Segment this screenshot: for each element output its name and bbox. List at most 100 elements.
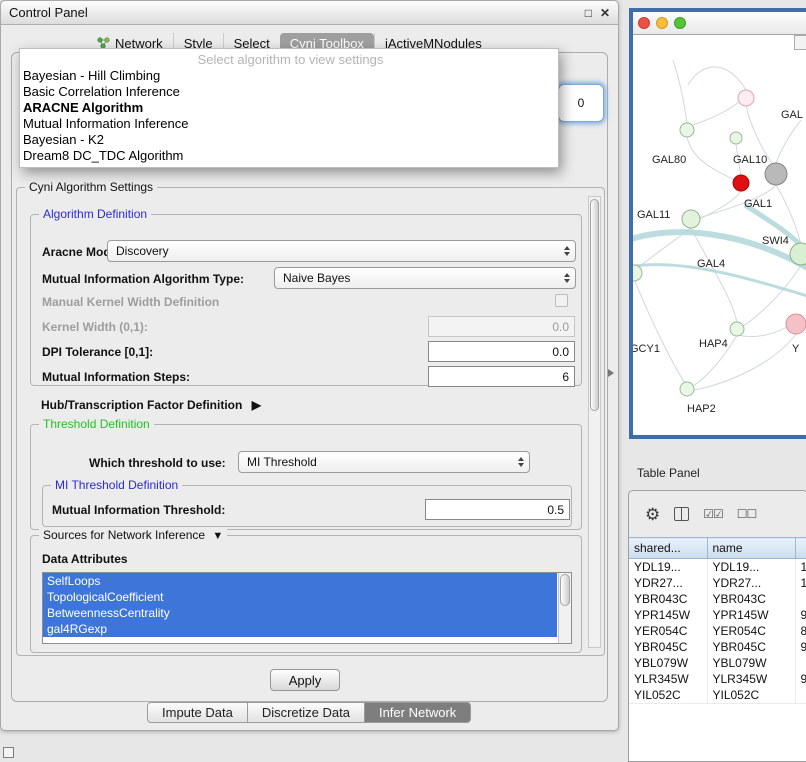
dropdown-item-dream8[interactable]: Dream8 DC_TDC Algorithm [20, 148, 558, 164]
dropdown-item-mutual-information[interactable]: Mutual Information Inference [20, 116, 558, 132]
columns-icon[interactable] [674, 507, 689, 521]
network-node[interactable] [765, 163, 787, 185]
gear-icon[interactable]: ⚙ [645, 506, 660, 523]
cell[interactable]: YER054C [629, 623, 707, 639]
collapsed-panel-icon[interactable] [3, 747, 14, 758]
network-node[interactable] [738, 90, 754, 106]
mode-tab-bar: Impute Data Discretize Data Infer Networ… [147, 702, 471, 723]
cell[interactable]: YDR27... [707, 575, 795, 591]
cell[interactable]: 9. [795, 671, 806, 687]
column-header-partial[interactable] [795, 538, 806, 559]
cell[interactable]: YIL052C [707, 687, 795, 703]
list-scrollbar-thumb[interactable] [560, 574, 570, 606]
tab-impute-data[interactable]: Impute Data [147, 702, 248, 723]
close-window-icon[interactable]: ✕ [600, 6, 610, 20]
network-window-titlebar[interactable] [633, 12, 806, 34]
list-item-selfloops[interactable]: SelfLoops [43, 573, 557, 589]
cell[interactable]: YER054C [707, 623, 795, 639]
network-node[interactable] [786, 314, 806, 334]
list-scrollbar[interactable] [558, 573, 571, 643]
settings-scrollbar-thumb[interactable] [590, 199, 599, 411]
apply-button[interactable]: Apply [270, 669, 340, 691]
cell[interactable]: YDL19... [629, 559, 707, 575]
mi-threshold-definition-group: MI Threshold Definition Mutual Informati… [42, 485, 572, 527]
dropdown-item-aracne[interactable]: ARACNE Algorithm [20, 100, 558, 116]
mi-steps-field[interactable]: 6 [428, 366, 575, 387]
list-item-gal4rgexp[interactable]: gal4RGexp [43, 621, 557, 637]
cell[interactable]: YPR145W [629, 607, 707, 623]
manual-kernel-checkbox[interactable] [555, 294, 568, 307]
network-node[interactable] [680, 123, 694, 137]
cell[interactable]: YDR27... [629, 575, 707, 591]
cell[interactable]: YPR145W [707, 607, 795, 623]
cell[interactable] [795, 655, 806, 671]
node-labels: GAL GAL80 GAL10 GAL11 GAL1 SWI4 GAL4 GCY… [633, 109, 803, 415]
dropdown-item-bayesian-k2[interactable]: Bayesian - K2 [20, 132, 558, 148]
mi-type-combobox[interactable]: Naive Bayes [274, 267, 576, 289]
table-row[interactable]: YBR043C YBR043C [629, 591, 806, 607]
control-panel-titlebar[interactable]: Control Panel □ ✕ [1, 1, 618, 25]
cell[interactable]: YBL079W [629, 655, 707, 671]
cell[interactable]: YBR045C [629, 639, 707, 655]
list-item-betweennesscentrality[interactable]: BetweennessCentrality [43, 605, 557, 621]
column-header-name[interactable]: name [707, 538, 795, 559]
deselect-all-icon[interactable]: ☐☐ [737, 507, 757, 521]
cell[interactable]: YLR345W [707, 671, 795, 687]
table-row[interactable]: YBR045C YBR045C 9. [629, 639, 806, 655]
cell[interactable]: 13 [795, 559, 806, 575]
tab-discretize-data[interactable]: Discretize Data [248, 702, 365, 723]
network-node[interactable] [680, 382, 694, 396]
aracne-mode-combobox[interactable]: Discovery [107, 240, 576, 262]
network-canvas[interactable]: GAL GAL80 GAL10 GAL11 GAL1 SWI4 GAL4 GCY… [633, 34, 806, 435]
which-threshold-combobox[interactable]: MI Threshold [238, 451, 530, 473]
settings-scrollbar[interactable] [588, 196, 601, 648]
dropdown-item-bayesian-hill-climbing[interactable]: Bayesian - Hill Climbing [20, 68, 558, 84]
sources-group-title[interactable]: Sources for Network Inference ▼ [39, 528, 227, 542]
network-node[interactable] [730, 132, 742, 144]
hub-definition-toggle[interactable]: Hub/Transcription Factor Definition ▶ [41, 398, 261, 412]
table-row[interactable]: YDR27... YDR27... 12 [629, 575, 806, 591]
data-attributes-list[interactable]: SelfLoops TopologicalCoefficient Between… [42, 572, 572, 644]
network-node[interactable] [682, 210, 700, 228]
cell[interactable]: YLR345W [629, 671, 707, 687]
tab-infer-network[interactable]: Infer Network [365, 702, 471, 723]
table-row[interactable]: YBL079W YBL079W [629, 655, 806, 671]
select-all-icon[interactable]: ☑☑ [703, 507, 723, 521]
minimize-traffic-light-icon[interactable] [656, 17, 668, 29]
cell[interactable] [795, 591, 806, 607]
cell[interactable]: YIL052C [629, 687, 707, 703]
partial-focused-field[interactable]: 0 [558, 84, 604, 122]
zoom-traffic-light-icon[interactable] [674, 17, 686, 29]
network-node[interactable] [730, 322, 744, 336]
cell[interactable]: YBL079W [707, 655, 795, 671]
cell[interactable]: YDL19... [707, 559, 795, 575]
network-node[interactable] [633, 265, 642, 281]
table-row[interactable]: YDL19... YDL19... 13 [629, 559, 806, 575]
close-traffic-light-icon[interactable] [638, 17, 650, 29]
table-row[interactable]: YPR145W YPR145W 9. [629, 607, 806, 623]
cell[interactable]: 8. [795, 623, 806, 639]
cell[interactable]: 9. [795, 639, 806, 655]
cell[interactable]: YBR043C [707, 591, 795, 607]
cell[interactable]: YBR043C [629, 591, 707, 607]
network-node[interactable] [733, 175, 749, 191]
dropdown-item-basic-correlation[interactable]: Basic Correlation Inference [20, 84, 558, 100]
tab-impute-data-label: Impute Data [162, 705, 233, 720]
dpi-tolerance-field[interactable]: 0.0 [428, 341, 575, 362]
cell[interactable]: 9. [795, 607, 806, 623]
dropdown-placeholder[interactable]: Select algorithm to view settings [20, 52, 558, 68]
float-window-icon[interactable]: □ [585, 6, 592, 20]
table-row[interactable]: YER054C YER054C 8. [629, 623, 806, 639]
cell[interactable] [795, 687, 806, 703]
column-header-shared-name[interactable]: shared... [629, 538, 707, 559]
cell[interactable]: YBR045C [707, 639, 795, 655]
canvas-scrollbar-stub[interactable] [794, 35, 806, 50]
mi-threshold-field[interactable]: 0.5 [425, 499, 570, 520]
cell[interactable]: 12 [795, 575, 806, 591]
splitter-handle-icon[interactable] [608, 369, 614, 377]
kernel-width-field[interactable]: 0.0 [428, 316, 575, 337]
table-row[interactable]: YIL052C YIL052C [629, 687, 806, 703]
list-item-topologicalcoefficient[interactable]: TopologicalCoefficient [43, 589, 557, 605]
table-row[interactable]: YLR345W YLR345W 9. [629, 671, 806, 687]
combo-arrows-icon [518, 457, 524, 467]
